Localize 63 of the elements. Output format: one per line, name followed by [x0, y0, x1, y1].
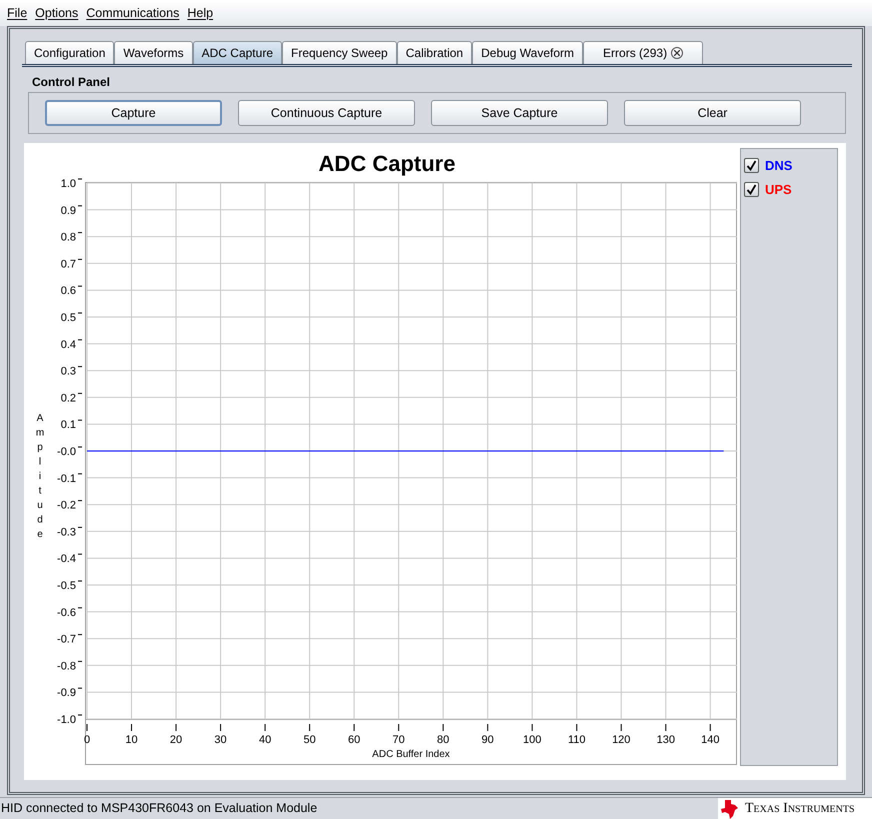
- x-tick-label: 10: [125, 734, 138, 746]
- y-tick-label: -0.5: [57, 580, 76, 592]
- checkbox[interactable]: [744, 182, 759, 197]
- x-tick-label: 50: [303, 734, 316, 746]
- y-tick-label: -0.9: [57, 687, 76, 700]
- y-tick-label: 0.4: [60, 338, 76, 351]
- y-tick-label: -0.0: [57, 446, 76, 458]
- menu-item[interactable]: Help: [187, 4, 214, 22]
- legend-label: DNS: [765, 157, 792, 175]
- action-button[interactable]: Continuous Capture: [238, 100, 415, 126]
- x-tick-label: 120: [612, 734, 630, 746]
- y-tick-label: -0.8: [57, 660, 76, 672]
- x-tick-label: 20: [170, 734, 182, 746]
- menu-item[interactable]: File: [7, 4, 28, 22]
- y-tick-label: -0.1: [57, 472, 76, 485]
- menu-item[interactable]: Options: [35, 4, 78, 22]
- y-tick-label: 0.3: [60, 366, 76, 378]
- tab[interactable]: ADC Capture: [192, 41, 282, 64]
- y-tick-label: 1.0: [60, 178, 76, 190]
- x-tick-label: 80: [437, 734, 450, 746]
- y-tick-label: 0.7: [60, 258, 76, 270]
- menu-item[interactable]: Communications: [86, 4, 180, 22]
- tab[interactable]: Waveforms: [114, 41, 193, 64]
- y-tick-label: -0.2: [57, 500, 76, 512]
- y-tick-label: 0.1: [60, 419, 76, 432]
- action-button[interactable]: Clear: [624, 100, 801, 126]
- chart-title: ADC Capture: [318, 151, 456, 176]
- y-tick-label: 0.2: [60, 392, 76, 404]
- tab[interactable]: Debug Waveform: [472, 41, 584, 64]
- tab[interactable]: Calibration: [396, 41, 472, 64]
- y-tick-label: -0.7: [57, 634, 76, 646]
- y-tick-label: 0.9: [60, 204, 76, 217]
- action-button[interactable]: Save Capture: [431, 100, 608, 126]
- y-tick-label: -0.4: [57, 553, 76, 566]
- x-tick-label: 0: [84, 734, 90, 746]
- x-tick-label: 100: [523, 734, 542, 746]
- panel-title: Control Panel: [32, 74, 110, 91]
- x-tick-label: 130: [656, 734, 675, 746]
- status-text: HID connected to MSP430FR6043 on Evaluation Module: [0, 800, 318, 818]
- x-tick-label: 30: [214, 734, 227, 746]
- tab[interactable]: Configuration: [25, 41, 114, 64]
- checkbox[interactable]: [744, 158, 759, 174]
- x-tick-label: 40: [258, 734, 272, 746]
- x-tick-label: 110: [568, 734, 586, 746]
- x-tick-label: 60: [348, 734, 360, 746]
- x-axis-title: ADC Buffer Index: [372, 749, 450, 760]
- y-tick-label: -0.3: [57, 526, 76, 538]
- tab[interactable]: Frequency Sweep: [282, 41, 397, 64]
- x-tick-label: 140: [701, 734, 720, 746]
- logo-text: Texas Instruments: [745, 800, 855, 818]
- logo-icon: [721, 798, 739, 818]
- x-tick-label: 90: [482, 734, 494, 746]
- action-button[interactable]: Capture: [45, 100, 222, 126]
- y-tick-label: -1.0: [57, 714, 76, 726]
- y-tick-label: 0.6: [60, 285, 76, 298]
- y-tick-label: -0.6: [57, 606, 76, 619]
- y-tick-label: 0.5: [60, 312, 76, 324]
- y-tick-label: 0.8: [60, 232, 76, 244]
- close-icon[interactable]: [671, 47, 684, 59]
- tab[interactable]: Errors (293): [583, 41, 704, 64]
- y-axis-title: Amplitude: [36, 413, 44, 540]
- legend-label: UPS: [765, 180, 792, 198]
- x-tick-label: 70: [392, 734, 405, 746]
